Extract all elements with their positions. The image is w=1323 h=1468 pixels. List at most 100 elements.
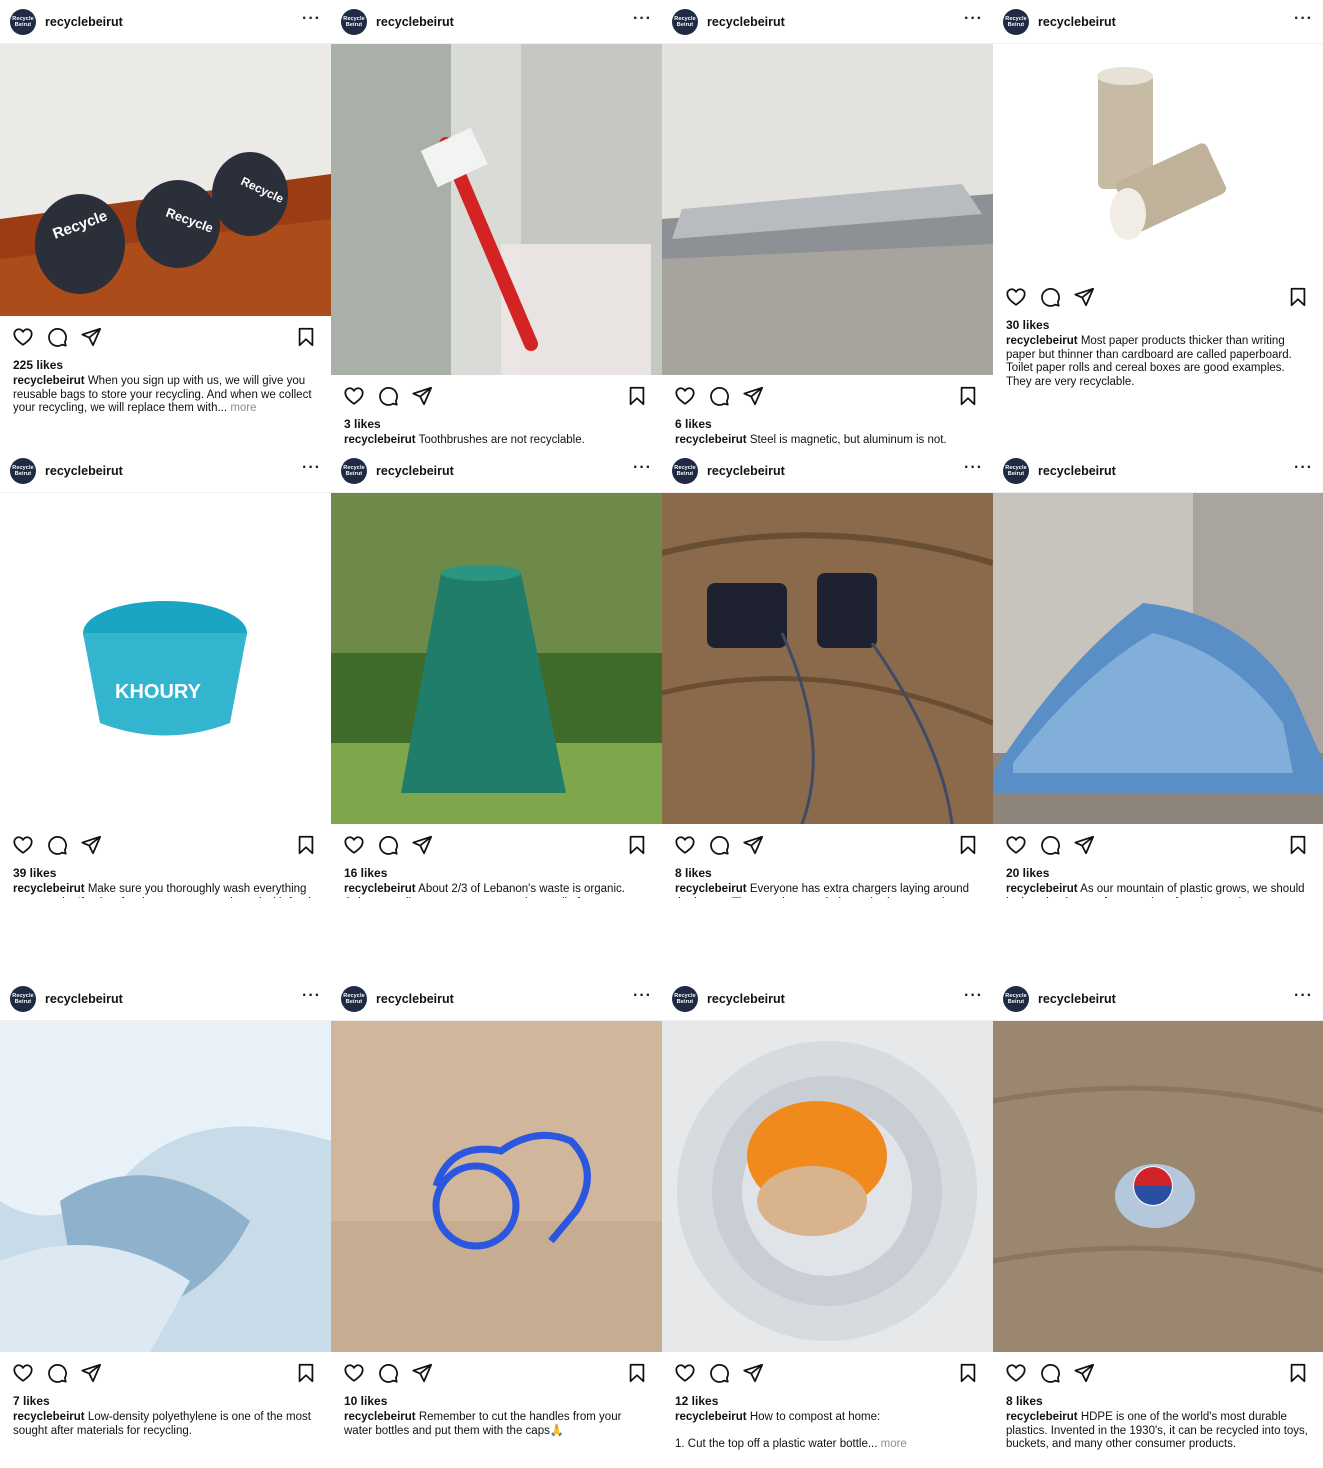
like-icon[interactable] (343, 385, 365, 407)
username[interactable]: recyclebeirut (707, 992, 785, 1006)
comment-icon[interactable] (46, 326, 68, 348)
comment-icon[interactable] (708, 385, 730, 407)
more-options-button[interactable]: ··· (1294, 987, 1313, 1007)
like-icon[interactable] (1005, 286, 1027, 308)
avatar[interactable]: Recycle Beirut (10, 985, 36, 1012)
avatar[interactable]: Recycle Beirut (341, 457, 367, 484)
share-icon[interactable] (80, 1362, 102, 1384)
bookmark-icon[interactable] (295, 834, 317, 856)
caption-username[interactable]: recyclebeirut (1006, 883, 1078, 895)
avatar[interactable]: Recycle Beirut (672, 985, 698, 1012)
bookmark-icon[interactable] (1287, 286, 1309, 308)
more-options-button[interactable]: ··· (302, 10, 321, 30)
like-icon[interactable] (674, 385, 696, 407)
caption-username[interactable]: recyclebeirut (675, 434, 747, 446)
like-icon[interactable] (674, 834, 696, 856)
like-count[interactable]: 16 likes (344, 866, 387, 880)
caption-username[interactable]: recyclebeirut (675, 1411, 747, 1423)
like-count[interactable]: 6 likes (675, 417, 712, 431)
username[interactable]: recyclebeirut (45, 15, 123, 29)
post-image[interactable]: Recycle Recycle Recycle (0, 44, 331, 316)
post-image[interactable] (662, 493, 993, 824)
like-icon[interactable] (1005, 1362, 1027, 1384)
like-count[interactable]: 3 likes (344, 417, 381, 431)
bookmark-icon[interactable] (957, 834, 979, 856)
avatar[interactable]: Recycle Beirut (672, 8, 698, 35)
username[interactable]: recyclebeirut (376, 992, 454, 1006)
avatar[interactable]: Recycle Beirut (1003, 985, 1029, 1012)
comment-icon[interactable] (46, 1362, 68, 1384)
post-image[interactable] (331, 44, 662, 375)
username[interactable]: recyclebeirut (1038, 464, 1116, 478)
more-options-button[interactable]: ··· (633, 459, 652, 479)
username[interactable]: recyclebeirut (1038, 992, 1116, 1006)
like-count[interactable]: 8 likes (675, 866, 712, 880)
bookmark-icon[interactable] (295, 326, 317, 348)
more-options-button[interactable]: ··· (633, 987, 652, 1007)
like-icon[interactable] (1005, 834, 1027, 856)
share-icon[interactable] (411, 385, 433, 407)
bookmark-icon[interactable] (1287, 1362, 1309, 1384)
like-icon[interactable] (12, 326, 34, 348)
more-options-button[interactable]: ··· (964, 987, 983, 1007)
share-icon[interactable] (80, 326, 102, 348)
like-count[interactable]: 12 likes (675, 1394, 718, 1408)
post-image[interactable]: KHOURY (0, 493, 331, 824)
share-icon[interactable] (1073, 1362, 1095, 1384)
post-image[interactable] (662, 44, 993, 375)
avatar[interactable]: Recycle Beirut (672, 457, 698, 484)
more-options-button[interactable]: ··· (633, 10, 652, 30)
like-count[interactable]: 225 likes (13, 358, 63, 372)
like-count[interactable]: 7 likes (13, 1394, 50, 1408)
post-image[interactable] (993, 1021, 1323, 1352)
bookmark-icon[interactable] (295, 1362, 317, 1384)
bookmark-icon[interactable] (626, 1362, 648, 1384)
share-icon[interactable] (742, 1362, 764, 1384)
avatar[interactable]: Recycle Beirut (1003, 457, 1029, 484)
caption-username[interactable]: recyclebeirut (13, 883, 85, 895)
username[interactable]: recyclebeirut (707, 15, 785, 29)
username[interactable]: recyclebeirut (45, 992, 123, 1006)
comment-icon[interactable] (377, 1362, 399, 1384)
like-count[interactable]: 20 likes (1006, 866, 1049, 880)
bookmark-icon[interactable] (957, 385, 979, 407)
username[interactable]: recyclebeirut (376, 464, 454, 478)
share-icon[interactable] (411, 834, 433, 856)
caption-username[interactable]: recyclebeirut (675, 883, 747, 895)
username[interactable]: recyclebeirut (1038, 15, 1116, 29)
bookmark-icon[interactable] (626, 834, 648, 856)
share-icon[interactable] (1073, 834, 1095, 856)
like-count[interactable]: 30 likes (1006, 318, 1049, 332)
comment-icon[interactable] (708, 834, 730, 856)
comment-icon[interactable] (708, 1362, 730, 1384)
more-options-button[interactable]: ··· (1294, 10, 1313, 30)
like-count[interactable]: 39 likes (13, 866, 56, 880)
avatar[interactable]: Recycle Beirut (10, 457, 36, 484)
caption-username[interactable]: recyclebeirut (1006, 335, 1078, 347)
bookmark-icon[interactable] (626, 385, 648, 407)
more-link[interactable]: more (881, 1438, 907, 1450)
more-options-button[interactable]: ··· (964, 10, 983, 30)
comment-icon[interactable] (377, 385, 399, 407)
caption-username[interactable]: recyclebeirut (344, 1411, 416, 1423)
username[interactable]: recyclebeirut (376, 15, 454, 29)
avatar[interactable]: Recycle Beirut (341, 985, 367, 1012)
like-icon[interactable] (12, 1362, 34, 1384)
comment-icon[interactable] (1039, 834, 1061, 856)
avatar[interactable]: Recycle Beirut (341, 8, 367, 35)
like-icon[interactable] (343, 834, 365, 856)
post-image[interactable] (662, 1021, 993, 1352)
caption-username[interactable]: recyclebeirut (13, 1411, 85, 1423)
like-icon[interactable] (12, 834, 34, 856)
like-icon[interactable] (674, 1362, 696, 1384)
caption-username[interactable]: recyclebeirut (13, 375, 85, 387)
bookmark-icon[interactable] (1287, 834, 1309, 856)
post-image[interactable] (993, 44, 1323, 276)
post-image[interactable] (993, 493, 1323, 824)
post-image[interactable] (331, 493, 662, 824)
username[interactable]: recyclebeirut (707, 464, 785, 478)
share-icon[interactable] (742, 834, 764, 856)
username[interactable]: recyclebeirut (45, 464, 123, 478)
comment-icon[interactable] (46, 834, 68, 856)
caption-username[interactable]: recyclebeirut (344, 434, 416, 446)
